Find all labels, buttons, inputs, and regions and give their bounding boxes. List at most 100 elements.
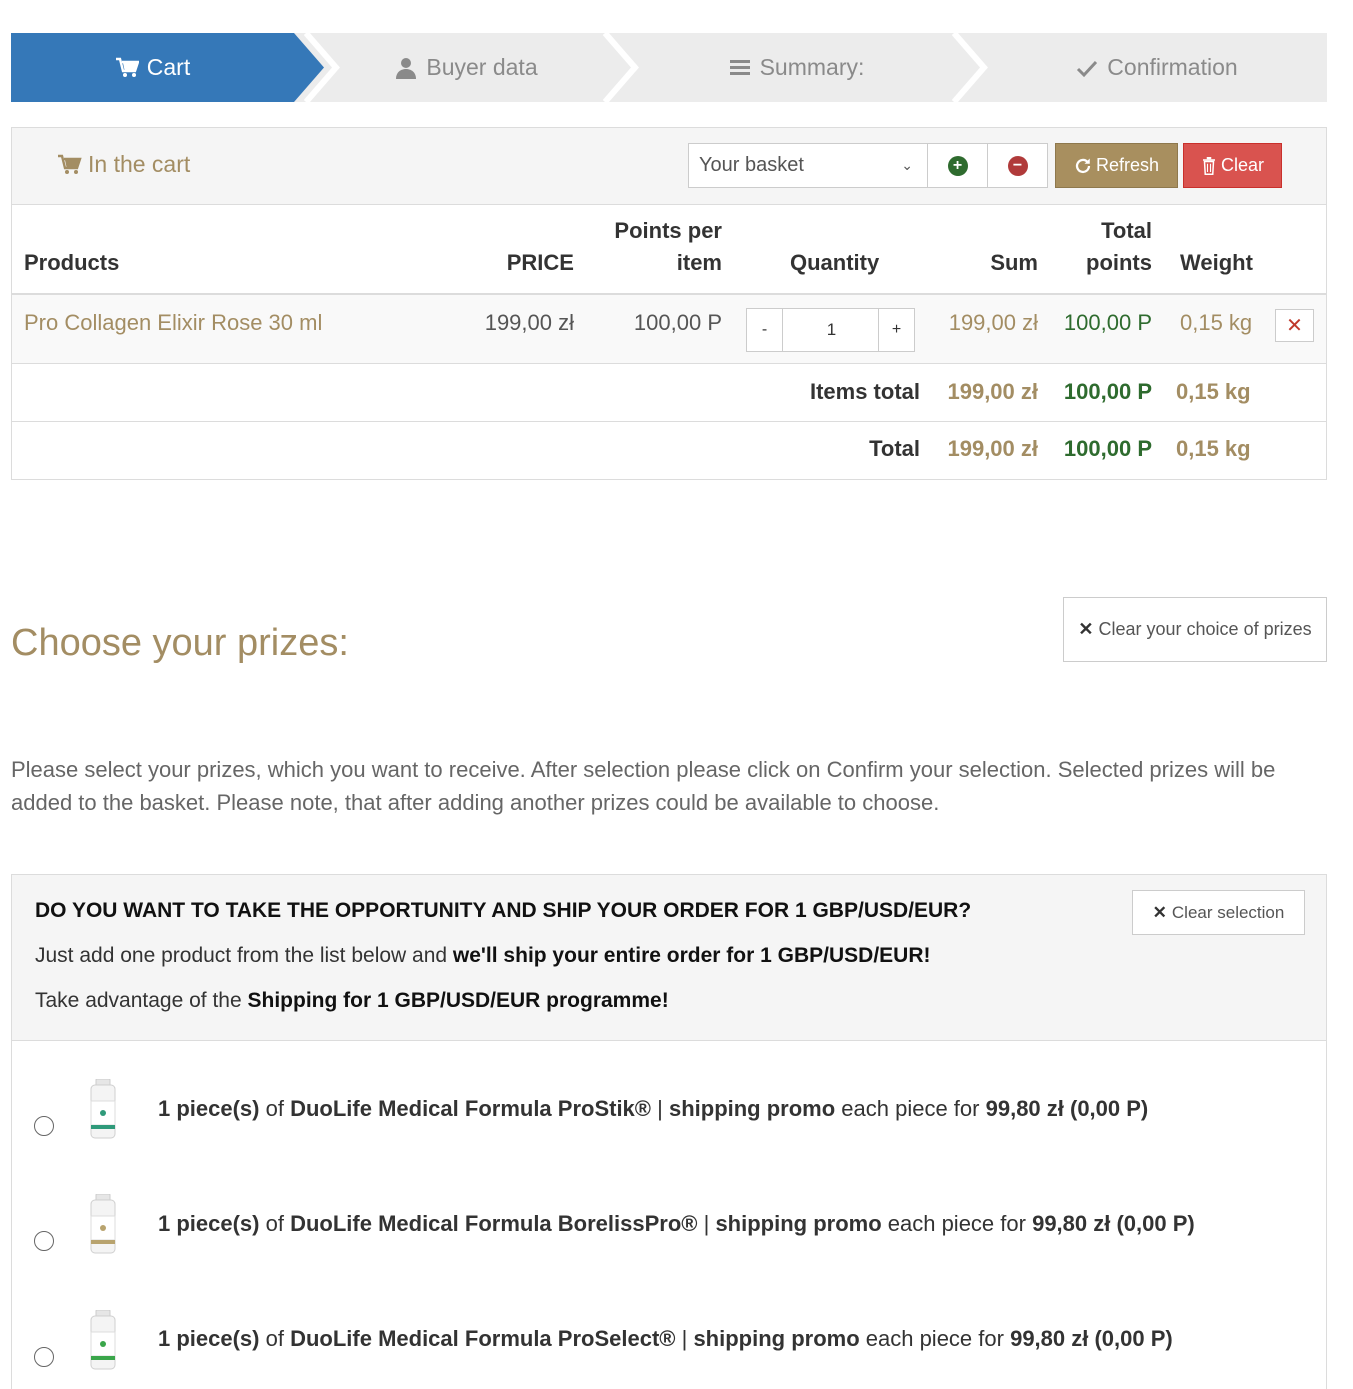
prize-option: 1 piece(s) of DuoLife Medical Formula Pr… (12, 1306, 1326, 1389)
items-total-points: 100,00 P (1063, 379, 1152, 404)
refresh-button[interactable]: Refresh (1055, 143, 1178, 188)
prize-radio[interactable] (34, 1347, 54, 1367)
cart-header: In the cart Your basket ⌄ + − Refresh Cl… (12, 128, 1326, 205)
prize-name: DuoLife Medical Formula ProSelect® (290, 1326, 676, 1351)
product-bottle-icon (90, 1310, 116, 1370)
quantity-decrease-button[interactable]: - (746, 308, 783, 352)
quantity-increase-button[interactable]: + (878, 308, 915, 352)
prize-option-text: 1 piece(s) of DuoLife Medical Formula Pr… (158, 1326, 1173, 1352)
clear-selection-label: Clear selection (1171, 902, 1285, 922)
refresh-label: Refresh (1095, 155, 1160, 175)
prize-price: 99,80 zł (0,00 P) (1032, 1211, 1195, 1236)
col-products: Products (24, 250, 120, 275)
clear-label: Clear (1220, 155, 1264, 175)
prize-promo: shipping promo (668, 1096, 836, 1121)
promo-line-1: Just add one product from the list below… (35, 944, 931, 968)
trash-icon (1202, 156, 1215, 175)
refresh-icon (1075, 158, 1091, 173)
prize-promo: shipping promo (693, 1326, 860, 1351)
promo-line-2-text: Take advantage of the (35, 989, 248, 1012)
items-total-row: Items total 199,00 zł 100,00 P 0,15 kg (12, 365, 1326, 422)
clear-prizes-label: Clear your choice of prizes (1098, 619, 1312, 639)
prize-radio[interactable] (34, 1116, 54, 1136)
prize-of: of (259, 1211, 291, 1236)
checkout-stepper: Cart Buyer data Summary: Confirmation (11, 33, 1327, 102)
cart-title: In the cart (56, 151, 190, 178)
step-buyer-data[interactable]: Buyer data (331, 33, 601, 102)
step-label: Summary: (759, 54, 865, 80)
total-sum: 199,00 zł (947, 436, 1038, 461)
col-points-line2: item (676, 250, 722, 275)
items-total-weight: 0,15 kg (1176, 379, 1251, 404)
items-total-label: Items total (809, 379, 920, 404)
prizes-title: Choose your prizes: (11, 622, 349, 664)
col-sum: Sum (990, 250, 1038, 275)
prize-sep: | (651, 1096, 669, 1121)
close-icon: ✕ (1152, 902, 1167, 922)
remove-item-button[interactable]: ✕ (1275, 309, 1314, 342)
product-weight: 0,15 kg (1180, 310, 1253, 335)
prize-qty: 1 piece(s) (158, 1326, 260, 1351)
close-icon: ✕ (1078, 619, 1094, 639)
product-price: 199,00 zł (484, 310, 574, 335)
promo-line-1-bold: we'll ship your entire order for 1 GBP/U… (452, 944, 931, 967)
promo-header: DO YOU WANT TO TAKE THE OPPORTUNITY AND … (12, 875, 1326, 1041)
prize-of: of (259, 1326, 291, 1351)
product-total-points: 100,00 P (1063, 310, 1152, 335)
prize-option: 1 piece(s) of DuoLife Medical Formula Bo… (12, 1191, 1326, 1306)
step-label: Cart (146, 54, 191, 80)
clear-selection-button[interactable]: ✕ Clear selection (1132, 890, 1305, 935)
col-total-points-line2: points (1086, 250, 1152, 275)
col-points-line1: Points per (614, 218, 722, 243)
cart-icon (58, 154, 82, 174)
quantity-input[interactable]: 1 (783, 308, 880, 352)
prize-each: each piece for (859, 1326, 1011, 1351)
prize-option: 1 piece(s) of DuoLife Medical Formula Pr… (12, 1075, 1326, 1190)
step-label: Confirmation (1107, 54, 1238, 80)
remove-basket-button[interactable]: − (987, 143, 1048, 188)
col-total-points-line1: Total (1101, 218, 1152, 243)
chevron-down-icon: ⌄ (901, 157, 913, 173)
items-total-sum: 199,00 zł (947, 379, 1038, 404)
plus-circle-icon: + (947, 155, 968, 176)
check-icon (1077, 60, 1098, 77)
prize-qty: 1 piece(s) (158, 1096, 260, 1121)
col-quantity: Quantity (790, 250, 880, 275)
total-label: Total (869, 436, 920, 461)
prize-each: each piece for (835, 1096, 986, 1121)
cart-panel: In the cart Your basket ⌄ + − Refresh Cl… (11, 127, 1327, 480)
prize-qty: 1 piece(s) (158, 1211, 260, 1236)
clear-prizes-button[interactable]: ✕ Clear your choice of prizes (1063, 597, 1327, 662)
promo-line-2-bold: Shipping for 1 GBP/USD/EUR programme! (247, 989, 669, 1012)
prize-radio[interactable] (34, 1231, 54, 1251)
product-bottle-icon (90, 1194, 116, 1254)
col-price: PRICE (506, 250, 574, 275)
user-icon (396, 57, 417, 79)
prize-price: 99,80 zł (0,00 P) (1010, 1326, 1173, 1351)
total-weight: 0,15 kg (1176, 436, 1251, 461)
promo-panel: DO YOU WANT TO TAKE THE OPPORTUNITY AND … (11, 874, 1327, 1389)
prize-of: of (259, 1096, 291, 1121)
basket-select-value: Your basket (699, 154, 804, 176)
list-icon (729, 59, 750, 75)
prizes-intro: Please select your prizes, which you wan… (11, 757, 1276, 815)
clear-cart-button[interactable]: Clear (1183, 143, 1282, 188)
table-row: Pro Collagen Elixir Rose 30 ml 199,00 zł… (12, 295, 1326, 364)
product-bottle-icon (90, 1079, 116, 1139)
cart-title-label: In the cart (88, 151, 191, 177)
step-summary[interactable]: Summary: (631, 33, 961, 102)
prize-option-text: 1 piece(s) of DuoLife Medical Formula Bo… (158, 1211, 1195, 1237)
prize-price: 99,80 zł (0,00 P) (985, 1096, 1149, 1121)
basket-select[interactable]: Your basket ⌄ (688, 143, 928, 188)
step-cart[interactable]: Cart (11, 33, 294, 102)
prize-name: DuoLife Medical Formula BorelissPro® (290, 1211, 698, 1236)
add-basket-button[interactable]: + (927, 143, 988, 188)
step-confirmation[interactable]: Confirmation (986, 33, 1327, 102)
col-weight: Weight (1180, 250, 1253, 275)
minus-circle-icon: − (1007, 155, 1028, 176)
product-name-link[interactable]: Pro Collagen Elixir Rose 30 ml (24, 309, 322, 337)
product-points: 100,00 P (633, 310, 722, 335)
cart-icon (115, 57, 139, 77)
prize-sep: | (675, 1326, 694, 1351)
product-sum: 199,00 zł (948, 310, 1038, 335)
